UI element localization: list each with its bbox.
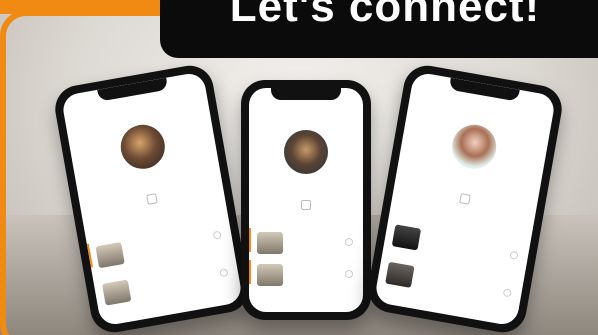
phone-screen xyxy=(60,71,244,327)
item-thumbnail xyxy=(385,261,415,288)
item-highlight xyxy=(249,228,251,252)
item-action-icon[interactable] xyxy=(212,230,222,240)
item-action-icon[interactable] xyxy=(502,288,512,298)
profile-avatar xyxy=(448,121,500,173)
headline-text: Let's connect! xyxy=(229,0,541,31)
phone-notch xyxy=(97,77,169,102)
item-action-icon[interactable] xyxy=(219,268,229,278)
item-thumbnail xyxy=(257,232,283,254)
item-highlight xyxy=(86,243,93,268)
phone-center xyxy=(241,80,371,320)
item-action-icon[interactable] xyxy=(345,238,353,246)
phone-notch xyxy=(448,77,520,102)
list-item[interactable] xyxy=(249,260,355,290)
phone-screen xyxy=(249,88,363,312)
item-action-icon[interactable] xyxy=(345,270,353,278)
share-icon[interactable] xyxy=(301,200,311,210)
item-thumbnail xyxy=(95,242,125,269)
share-icon[interactable] xyxy=(459,193,471,205)
profile-avatar xyxy=(284,130,328,174)
list-item[interactable] xyxy=(249,228,355,258)
share-icon[interactable] xyxy=(146,193,158,205)
phone-screen xyxy=(373,71,557,327)
stage: Let's connect! xyxy=(0,0,598,335)
headline-banner: Let's connect! xyxy=(160,0,598,58)
phone-notch xyxy=(271,88,341,100)
item-thumbnail xyxy=(257,264,283,286)
item-thumbnail xyxy=(101,279,132,306)
item-thumbnail xyxy=(391,224,422,251)
profile-avatar xyxy=(117,121,169,173)
item-action-icon[interactable] xyxy=(509,250,519,260)
item-highlight xyxy=(249,260,251,284)
